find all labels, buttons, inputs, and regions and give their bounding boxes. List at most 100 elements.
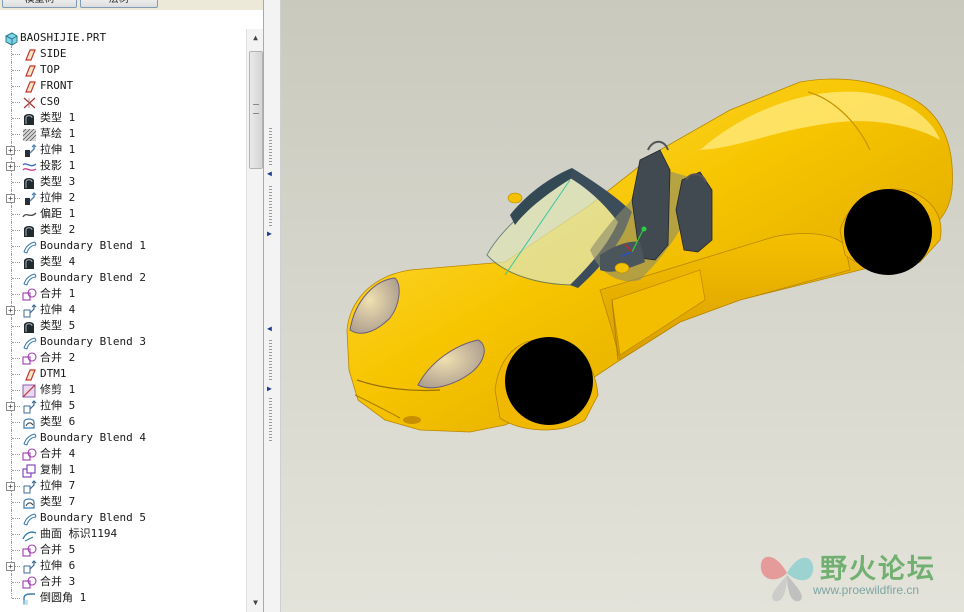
tree-item[interactable]: 类型 7 (0, 494, 247, 510)
tree-item-label: 拉伸 4 (40, 303, 76, 316)
tree-item[interactable]: FRONT (0, 78, 247, 94)
tree-item[interactable]: DTM1 (0, 366, 247, 382)
tree-item[interactable]: Boundary Blend 3 (0, 334, 247, 350)
tree-item[interactable]: + 投影 1 (0, 158, 247, 174)
expand-icon[interactable]: + (6, 482, 15, 491)
scroll-thumb[interactable] (249, 51, 263, 169)
tree-item[interactable]: 类型 5 (0, 318, 247, 334)
tree-item[interactable]: 合并 2 (0, 350, 247, 366)
tree-item[interactable]: + 拉伸 7 (0, 478, 247, 494)
scroll-up-icon[interactable]: ▲ (248, 30, 263, 45)
expand-icon[interactable]: + (6, 562, 15, 571)
butterfly-logo-icon (760, 556, 814, 602)
tree-item-label: 投影 1 (40, 159, 76, 172)
tree-item-label: 草绘 1 (40, 127, 76, 140)
sash-grip-bottom (269, 398, 272, 442)
boundary-blend-icon (22, 239, 37, 254)
tree-item-label: 复制 1 (40, 463, 76, 476)
tree-item[interactable]: CS0 (0, 94, 247, 110)
datum-plane-icon (22, 47, 37, 61)
projection-icon (22, 159, 37, 173)
merge-icon (22, 351, 37, 365)
tree-connector (12, 422, 20, 423)
tree-item[interactable]: 类型 2 (0, 222, 247, 238)
tree-item[interactable]: 修剪 1 (0, 382, 247, 398)
tree-item[interactable]: + 拉伸 2 (0, 190, 247, 206)
tree-item[interactable]: 曲面 标识1194 (0, 526, 247, 542)
tree-item[interactable]: 合并 4 (0, 446, 247, 462)
panel-sash[interactable]: ◀ ▶ ◀ ▶ (264, 0, 281, 612)
tree-item[interactable]: TOP (0, 62, 247, 78)
tree-item[interactable]: 偏距 1 (0, 206, 247, 222)
datum-plane-icon (22, 367, 37, 381)
tree-connector (12, 374, 20, 375)
car-model[interactable] (281, 0, 964, 612)
extrude-surface-icon (22, 399, 37, 414)
tree-item[interactable]: 倒圆角 1 (0, 590, 247, 606)
expand-icon[interactable]: + (6, 162, 15, 171)
tree-item[interactable]: Boundary Blend 1 (0, 238, 247, 254)
model-tree: BAOSHIJIE.PRT SIDE TOP FRONT CS0 类型 1 草绘 1 + 拉伸… (0, 30, 247, 612)
tree-item[interactable]: Boundary Blend 2 (0, 270, 247, 286)
expand-icon[interactable]: + (6, 194, 15, 203)
tree-connector (12, 534, 20, 535)
watermark-url: www.proewildfire.cn (813, 583, 920, 597)
merge-icon (22, 447, 37, 461)
tree-item-label: 类型 3 (40, 175, 76, 188)
tree-item-label: 合并 3 (40, 575, 76, 588)
part-icon (4, 31, 19, 46)
collapse-right-icon[interactable]: ▶ (267, 385, 272, 393)
tree-item-label: 修剪 1 (40, 383, 76, 396)
tree-item[interactable]: 类型 4 (0, 254, 247, 270)
tab-layer-tree[interactable]: 层树 (80, 0, 158, 8)
tree-connector (12, 230, 20, 231)
extrude-icon (22, 191, 37, 205)
tree-item[interactable]: 类型 1 (0, 110, 247, 126)
tree-scrollbar[interactable]: ▲ ▼ (246, 29, 263, 612)
boundary-blend-icon (22, 335, 37, 350)
tree-item[interactable]: 合并 1 (0, 286, 247, 302)
tree-item-label: DTM1 (40, 367, 67, 380)
tree-item[interactable]: 合并 3 (0, 574, 247, 590)
tree-item[interactable]: + 拉伸 6 (0, 558, 247, 574)
tree-item-label: 类型 4 (40, 255, 76, 268)
tree-connector (12, 54, 20, 55)
expand-icon[interactable]: + (6, 402, 15, 411)
graphics-viewport[interactable] (281, 0, 964, 612)
tree-item-label: 合并 2 (40, 351, 76, 364)
collapse-left-icon[interactable]: ◀ (267, 170, 272, 178)
tree-item-label: 倒圆角 1 (40, 591, 87, 604)
style-curve-icon (22, 415, 37, 429)
tree-item-label: 类型 2 (40, 223, 76, 236)
tree-connector (12, 502, 20, 503)
collapse-right-icon[interactable]: ▶ (267, 230, 272, 238)
tree-item[interactable]: Boundary Blend 5 (0, 510, 247, 526)
coordinate-system-icon (22, 95, 37, 109)
tree-item[interactable]: SIDE (0, 46, 247, 62)
tree-item[interactable]: 类型 6 (0, 414, 247, 430)
extrude-surface-icon (22, 479, 37, 494)
tree-item[interactable]: Boundary Blend 4 (0, 430, 247, 446)
tree-connector (11, 590, 12, 598)
tree-item[interactable]: + 拉伸 1 (0, 142, 247, 158)
tree-connector (12, 86, 20, 87)
copy-icon (22, 463, 37, 478)
collapse-left-icon[interactable]: ◀ (267, 325, 272, 333)
tree-root-item[interactable]: BAOSHIJIE.PRT (0, 30, 247, 46)
expand-icon[interactable]: + (6, 146, 15, 155)
tree-connector (12, 390, 20, 391)
tree-item[interactable]: + 拉伸 5 (0, 398, 247, 414)
tree-item-label: 曲面 标识1194 (40, 527, 118, 540)
tree-item[interactable]: 复制 1 (0, 462, 247, 478)
tree-item-label: 合并 1 (40, 287, 76, 300)
tree-connector (12, 182, 20, 183)
sash-grip-mid (269, 186, 272, 226)
scroll-down-icon[interactable]: ▼ (248, 595, 263, 610)
tree-item[interactable]: + 拉伸 4 (0, 302, 247, 318)
tree-item-label: 拉伸 1 (40, 143, 76, 156)
tree-item[interactable]: 类型 3 (0, 174, 247, 190)
tree-item[interactable]: 合并 5 (0, 542, 247, 558)
expand-icon[interactable]: + (6, 306, 15, 315)
tab-model-tree[interactable]: 模型树 (2, 0, 77, 8)
tree-item[interactable]: 草绘 1 (0, 126, 247, 142)
